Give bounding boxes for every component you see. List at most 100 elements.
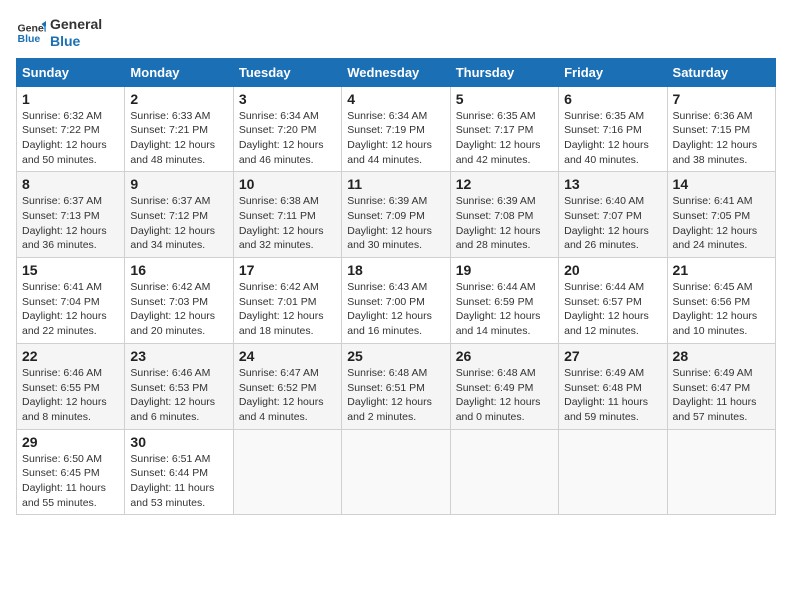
day-number: 9 [130, 176, 227, 192]
logo-general: General [50, 16, 102, 33]
table-row: 8 Sunrise: 6:37 AM Sunset: 7:13 PM Dayli… [17, 172, 125, 258]
day-number: 11 [347, 176, 444, 192]
table-row: 24 Sunrise: 6:47 AM Sunset: 6:52 PM Dayl… [233, 343, 341, 429]
day-info: Sunrise: 6:50 AM Sunset: 6:45 PM Dayligh… [22, 452, 119, 511]
table-row: 21 Sunrise: 6:45 AM Sunset: 6:56 PM Dayl… [667, 258, 775, 344]
table-row: 17 Sunrise: 6:42 AM Sunset: 7:01 PM Dayl… [233, 258, 341, 344]
logo-blue: Blue [50, 33, 102, 50]
header-row: SundayMondayTuesdayWednesdayThursdayFrid… [17, 58, 776, 86]
calendar-week-3: 15 Sunrise: 6:41 AM Sunset: 7:04 PM Dayl… [17, 258, 776, 344]
table-row [233, 429, 341, 515]
day-number: 24 [239, 348, 336, 364]
day-number: 3 [239, 91, 336, 107]
page-header: General Blue General Blue [16, 16, 776, 50]
day-info: Sunrise: 6:51 AM Sunset: 6:44 PM Dayligh… [130, 452, 227, 511]
day-info: Sunrise: 6:33 AM Sunset: 7:21 PM Dayligh… [130, 109, 227, 168]
day-info: Sunrise: 6:48 AM Sunset: 6:49 PM Dayligh… [456, 366, 553, 425]
day-number: 21 [673, 262, 770, 278]
header-saturday: Saturday [667, 58, 775, 86]
day-info: Sunrise: 6:45 AM Sunset: 6:56 PM Dayligh… [673, 280, 770, 339]
day-info: Sunrise: 6:48 AM Sunset: 6:51 PM Dayligh… [347, 366, 444, 425]
day-number: 28 [673, 348, 770, 364]
logo-icon: General Blue [16, 18, 46, 48]
day-info: Sunrise: 6:34 AM Sunset: 7:20 PM Dayligh… [239, 109, 336, 168]
day-number: 12 [456, 176, 553, 192]
calendar-week-5: 29 Sunrise: 6:50 AM Sunset: 6:45 PM Dayl… [17, 429, 776, 515]
day-number: 17 [239, 262, 336, 278]
table-row: 13 Sunrise: 6:40 AM Sunset: 7:07 PM Dayl… [559, 172, 667, 258]
day-info: Sunrise: 6:42 AM Sunset: 7:01 PM Dayligh… [239, 280, 336, 339]
header-wednesday: Wednesday [342, 58, 450, 86]
day-number: 30 [130, 434, 227, 450]
table-row: 20 Sunrise: 6:44 AM Sunset: 6:57 PM Dayl… [559, 258, 667, 344]
calendar-week-4: 22 Sunrise: 6:46 AM Sunset: 6:55 PM Dayl… [17, 343, 776, 429]
day-number: 4 [347, 91, 444, 107]
table-row: 25 Sunrise: 6:48 AM Sunset: 6:51 PM Dayl… [342, 343, 450, 429]
table-row: 12 Sunrise: 6:39 AM Sunset: 7:08 PM Dayl… [450, 172, 558, 258]
table-row: 11 Sunrise: 6:39 AM Sunset: 7:09 PM Dayl… [342, 172, 450, 258]
logo: General Blue General Blue [16, 16, 102, 50]
day-info: Sunrise: 6:32 AM Sunset: 7:22 PM Dayligh… [22, 109, 119, 168]
svg-text:Blue: Blue [18, 33, 41, 45]
table-row: 22 Sunrise: 6:46 AM Sunset: 6:55 PM Dayl… [17, 343, 125, 429]
day-number: 2 [130, 91, 227, 107]
day-info: Sunrise: 6:49 AM Sunset: 6:48 PM Dayligh… [564, 366, 661, 425]
day-number: 5 [456, 91, 553, 107]
table-row: 19 Sunrise: 6:44 AM Sunset: 6:59 PM Dayl… [450, 258, 558, 344]
table-row: 23 Sunrise: 6:46 AM Sunset: 6:53 PM Dayl… [125, 343, 233, 429]
table-row: 3 Sunrise: 6:34 AM Sunset: 7:20 PM Dayli… [233, 86, 341, 172]
header-sunday: Sunday [17, 58, 125, 86]
day-number: 29 [22, 434, 119, 450]
table-row: 14 Sunrise: 6:41 AM Sunset: 7:05 PM Dayl… [667, 172, 775, 258]
day-number: 23 [130, 348, 227, 364]
table-row: 7 Sunrise: 6:36 AM Sunset: 7:15 PM Dayli… [667, 86, 775, 172]
day-number: 16 [130, 262, 227, 278]
day-info: Sunrise: 6:35 AM Sunset: 7:16 PM Dayligh… [564, 109, 661, 168]
header-tuesday: Tuesday [233, 58, 341, 86]
table-row: 16 Sunrise: 6:42 AM Sunset: 7:03 PM Dayl… [125, 258, 233, 344]
header-friday: Friday [559, 58, 667, 86]
table-row [667, 429, 775, 515]
table-row [342, 429, 450, 515]
day-info: Sunrise: 6:44 AM Sunset: 6:59 PM Dayligh… [456, 280, 553, 339]
day-info: Sunrise: 6:46 AM Sunset: 6:53 PM Dayligh… [130, 366, 227, 425]
header-thursday: Thursday [450, 58, 558, 86]
table-row: 1 Sunrise: 6:32 AM Sunset: 7:22 PM Dayli… [17, 86, 125, 172]
day-number: 19 [456, 262, 553, 278]
header-monday: Monday [125, 58, 233, 86]
day-info: Sunrise: 6:41 AM Sunset: 7:04 PM Dayligh… [22, 280, 119, 339]
table-row: 6 Sunrise: 6:35 AM Sunset: 7:16 PM Dayli… [559, 86, 667, 172]
day-info: Sunrise: 6:47 AM Sunset: 6:52 PM Dayligh… [239, 366, 336, 425]
table-row: 28 Sunrise: 6:49 AM Sunset: 6:47 PM Dayl… [667, 343, 775, 429]
day-number: 7 [673, 91, 770, 107]
day-number: 1 [22, 91, 119, 107]
day-number: 15 [22, 262, 119, 278]
day-number: 20 [564, 262, 661, 278]
day-number: 6 [564, 91, 661, 107]
day-info: Sunrise: 6:46 AM Sunset: 6:55 PM Dayligh… [22, 366, 119, 425]
day-info: Sunrise: 6:43 AM Sunset: 7:00 PM Dayligh… [347, 280, 444, 339]
day-number: 25 [347, 348, 444, 364]
day-number: 10 [239, 176, 336, 192]
day-info: Sunrise: 6:38 AM Sunset: 7:11 PM Dayligh… [239, 194, 336, 253]
table-row: 29 Sunrise: 6:50 AM Sunset: 6:45 PM Dayl… [17, 429, 125, 515]
table-row: 30 Sunrise: 6:51 AM Sunset: 6:44 PM Dayl… [125, 429, 233, 515]
day-info: Sunrise: 6:37 AM Sunset: 7:12 PM Dayligh… [130, 194, 227, 253]
calendar-week-2: 8 Sunrise: 6:37 AM Sunset: 7:13 PM Dayli… [17, 172, 776, 258]
table-row: 10 Sunrise: 6:38 AM Sunset: 7:11 PM Dayl… [233, 172, 341, 258]
day-info: Sunrise: 6:42 AM Sunset: 7:03 PM Dayligh… [130, 280, 227, 339]
table-row: 18 Sunrise: 6:43 AM Sunset: 7:00 PM Dayl… [342, 258, 450, 344]
day-info: Sunrise: 6:41 AM Sunset: 7:05 PM Dayligh… [673, 194, 770, 253]
table-row: 5 Sunrise: 6:35 AM Sunset: 7:17 PM Dayli… [450, 86, 558, 172]
day-info: Sunrise: 6:35 AM Sunset: 7:17 PM Dayligh… [456, 109, 553, 168]
day-info: Sunrise: 6:39 AM Sunset: 7:08 PM Dayligh… [456, 194, 553, 253]
table-row: 26 Sunrise: 6:48 AM Sunset: 6:49 PM Dayl… [450, 343, 558, 429]
day-info: Sunrise: 6:40 AM Sunset: 7:07 PM Dayligh… [564, 194, 661, 253]
day-info: Sunrise: 6:49 AM Sunset: 6:47 PM Dayligh… [673, 366, 770, 425]
day-number: 8 [22, 176, 119, 192]
day-info: Sunrise: 6:39 AM Sunset: 7:09 PM Dayligh… [347, 194, 444, 253]
table-row: 4 Sunrise: 6:34 AM Sunset: 7:19 PM Dayli… [342, 86, 450, 172]
calendar-table: SundayMondayTuesdayWednesdayThursdayFrid… [16, 58, 776, 516]
table-row: 2 Sunrise: 6:33 AM Sunset: 7:21 PM Dayli… [125, 86, 233, 172]
day-number: 18 [347, 262, 444, 278]
